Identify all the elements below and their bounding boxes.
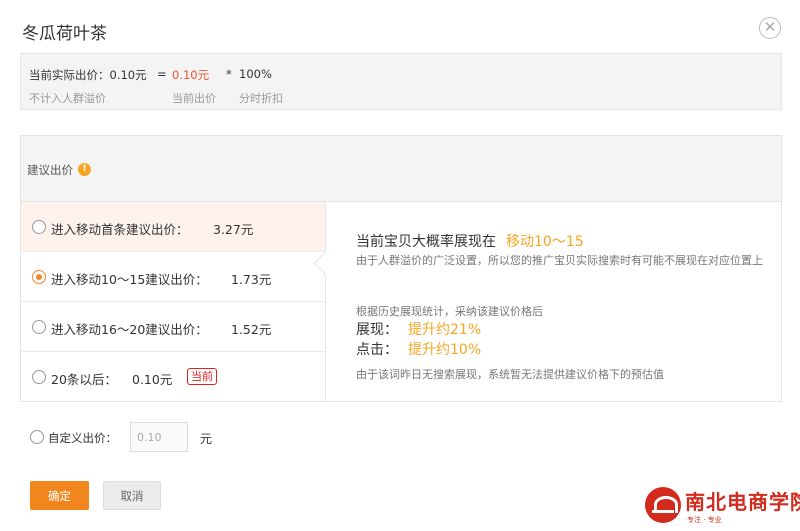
current-badge: 当前 — [187, 368, 217, 385]
radio-after-20[interactable] — [32, 370, 46, 384]
option-value: 1.52元 — [231, 322, 272, 337]
panel-divider — [325, 202, 326, 402]
option-label: 进入移动首条建议出价： — [51, 222, 189, 237]
radio-first-position[interactable] — [32, 220, 46, 234]
option-value: 1.73元 — [231, 272, 272, 287]
suggest-bid-header: 建议出价 ! — [21, 136, 781, 202]
suggest-option-list: 进入移动首条建议出价： 3.27元 进入移动10～15建议出价： 1.73元 进… — [21, 202, 326, 402]
option-position-10-15[interactable]: 进入移动10～15建议出价： 1.73元 — [21, 252, 326, 302]
clicks-metric: 点击： 提升约10% — [356, 339, 481, 359]
bid-summary: 当前实际出价：0.10元 = 0.10元 * 100% 不计入人群溢价 当前出价… — [20, 53, 782, 110]
option-position-16-20[interactable]: 进入移动16～20建议出价： 1.52元 — [21, 302, 326, 352]
impressions-metric: 展现： 提升约21% — [356, 319, 481, 339]
note-crowd-premium: 不计入人群溢价 — [29, 92, 106, 105]
radio-position-16-20[interactable] — [32, 320, 46, 334]
radio-position-10-15[interactable] — [32, 270, 46, 284]
logo-text: 南北电商学院 — [685, 490, 800, 514]
option-label: 进入移动10～15建议出价： — [51, 272, 208, 287]
detail-basis: 根据历史展现统计，采纳该建议价格后 — [356, 305, 543, 318]
radio-custom-bid[interactable] — [30, 430, 44, 444]
detail-headline: 当前宝贝大概率展现在 移动10～15 — [356, 231, 584, 251]
info-icon[interactable]: ! — [78, 163, 91, 176]
custom-bid-label: 自定义出价： — [48, 431, 117, 445]
suggest-bid-panel: 建议出价 ! 进入移动首条建议出价： 3.27元 进入移动10～15建议出价： … — [20, 135, 782, 402]
custom-bid-input[interactable] — [130, 422, 188, 452]
note-time-discount: 分时折扣 — [239, 92, 283, 105]
custom-bid-unit: 元 — [200, 432, 213, 446]
suggest-bid-label: 建议出价 — [27, 163, 73, 177]
discount-value: 100% — [239, 67, 272, 81]
watermark-logo: 南北电商学院 专注 · 专业 — [645, 484, 800, 528]
dialog-title: 冬瓜荷叶茶 — [22, 24, 107, 44]
option-after-20[interactable]: 20条以后： 0.10元 当前 — [21, 352, 326, 402]
cancel-button[interactable]: 取消 — [103, 481, 161, 510]
close-icon[interactable]: ✕ — [759, 17, 781, 39]
confirm-button[interactable]: 确定 — [30, 481, 89, 510]
note-current-bid: 当前出价 — [172, 92, 216, 105]
detail-foot: 由于该词昨日无搜索展现，系统暂无法提供建议价格下的预估值 — [356, 368, 664, 381]
option-value: 3.27元 — [213, 222, 254, 237]
clicks-value: 提升约10% — [408, 342, 482, 358]
actual-bid-label: 当前实际出价：0.10元 — [29, 68, 147, 82]
logo-icon — [645, 487, 681, 523]
equals-sign: = — [157, 67, 167, 81]
detail-note: 由于人群溢价的广泛设置，所以您的推广宝贝实际搜索时有可能不展现在对应位置上 — [356, 254, 763, 267]
clicks-label: 点击： — [356, 342, 398, 358]
option-first-position[interactable]: 进入移动首条建议出价： 3.27元 — [21, 202, 326, 252]
detail-headline-value: 移动10～15 — [506, 234, 584, 250]
logo-subtext: 专注 · 专业 — [687, 516, 722, 524]
option-value: 0.10元 — [132, 372, 173, 387]
impressions-label: 展现： — [356, 322, 398, 338]
option-label: 进入移动16～20建议出价： — [51, 322, 208, 337]
times-sign: * — [226, 67, 232, 81]
option-label: 20条以后： — [51, 372, 117, 387]
detail-headline-text: 当前宝贝大概率展现在 — [356, 234, 496, 250]
current-bid-value: 0.10元 — [172, 68, 210, 82]
impressions-value: 提升约21% — [408, 322, 482, 338]
